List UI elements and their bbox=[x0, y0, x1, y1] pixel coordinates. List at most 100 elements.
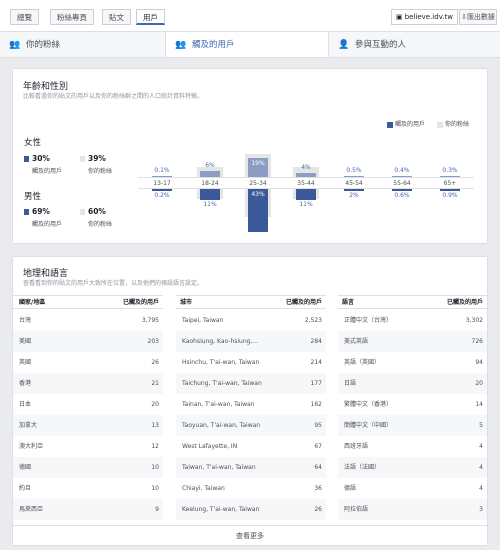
city-reached-value: 36 bbox=[314, 485, 322, 492]
table-row: Keelung, T'ai-wan, Taiwan 26 bbox=[176, 499, 326, 520]
table-row: 澳大利亞 12 bbox=[13, 436, 163, 457]
male-value-label: 2% bbox=[349, 192, 359, 199]
country-reached-value: 10 bbox=[151, 485, 159, 492]
age-tick-label: 13-17 bbox=[153, 180, 171, 187]
people-icon: 👥 bbox=[9, 40, 21, 50]
country-name: 美國 bbox=[19, 338, 32, 345]
male-bar[interactable] bbox=[392, 189, 412, 191]
segment-people-reached[interactable]: 👥 觸及的用戶 bbox=[166, 32, 329, 58]
city-table-header: 城市 已觸及的用戶 bbox=[176, 295, 326, 309]
table-row: Taiwan, T'ai-wan, Taiwan 64 bbox=[176, 457, 326, 478]
table-row: West Lafayette, IN 67 bbox=[176, 436, 326, 457]
language-table-header: 語言 已觸及的用戶 bbox=[338, 295, 487, 309]
table-row: 阿拉伯語 3 bbox=[338, 499, 487, 520]
female-value-label: 19% bbox=[251, 160, 265, 167]
language-reached-value: 4 bbox=[479, 443, 483, 450]
page-url-box[interactable]: ▣ believe.idv.tw bbox=[390, 9, 458, 25]
country-reached-value: 9 bbox=[155, 506, 159, 513]
country-reached-value: 3,795 bbox=[141, 317, 159, 324]
male-bar[interactable] bbox=[344, 189, 364, 191]
language-name: 簡體中文（中國） bbox=[344, 422, 393, 429]
city-reached-value: 95 bbox=[314, 422, 322, 429]
age-gender-subtitle: 比較看過你的貼文的用戶以及你的粉絲群之間的人口統計資料特徵。 bbox=[23, 93, 204, 100]
table-row: 加拿大 13 bbox=[13, 415, 163, 436]
tab-posts[interactable]: 貼文 bbox=[102, 9, 131, 25]
language-name: 日語 bbox=[344, 380, 357, 387]
city-name: Kaohsiung, Kao-hsiung,... bbox=[182, 338, 259, 345]
male-reached-pct: 69% bbox=[24, 207, 50, 216]
city-reached-value: 2,523 bbox=[304, 317, 322, 324]
male-value-label: 0.2% bbox=[154, 191, 170, 199]
female-value-label: 0.3% bbox=[442, 166, 458, 174]
female-fans-pct: 39% bbox=[80, 154, 106, 163]
language-name: 阿拉伯語 bbox=[344, 506, 369, 513]
female-bar[interactable] bbox=[152, 175, 172, 177]
language-reached-value: 20 bbox=[475, 380, 483, 387]
table-row: 日本 20 bbox=[13, 394, 163, 415]
city-name: Hsinchu, T'ai-wan, Taiwan bbox=[182, 359, 260, 366]
city-name: Taichung, T'ai-wan, Taiwan bbox=[182, 380, 262, 387]
male-bar[interactable] bbox=[152, 189, 172, 191]
female-bar[interactable] bbox=[296, 173, 316, 177]
female-value-label: 0.5% bbox=[346, 166, 362, 174]
segment-your-fans[interactable]: 👥 你的粉絲 bbox=[0, 32, 166, 58]
male-value-label: 11% bbox=[203, 201, 217, 208]
tab-overview[interactable]: 總覽 bbox=[10, 9, 39, 25]
country-reached-value: 26 bbox=[151, 359, 159, 366]
legend-reached: 觸及的用戶 bbox=[387, 119, 425, 128]
language-name: 西班牙語 bbox=[344, 443, 369, 450]
legend-fans: 你的粉絲 bbox=[437, 119, 469, 128]
male-title: 男性 bbox=[24, 192, 42, 202]
country-column-header: 國家/地區 bbox=[19, 299, 46, 306]
female-value-label: 0.1% bbox=[154, 166, 170, 174]
female-reached-pct: 30% bbox=[24, 154, 50, 163]
city-column-header: 城市 bbox=[180, 299, 193, 306]
male-fans-pct: 60% bbox=[80, 207, 106, 216]
female-fans-label: 你的粉絲 bbox=[88, 168, 113, 175]
table-row: Taipei, Taiwan 2,523 bbox=[176, 310, 326, 331]
language-column-header: 語言 bbox=[342, 299, 355, 306]
female-value-label: 0.4% bbox=[394, 166, 410, 174]
language-name: 德語 bbox=[344, 485, 357, 492]
city-name: West Lafayette, IN bbox=[182, 443, 238, 450]
language-name: 英語（英國） bbox=[344, 359, 381, 366]
city-reached-value: 214 bbox=[310, 359, 322, 366]
female-bar[interactable] bbox=[440, 175, 460, 177]
age-tick-label: 65+ bbox=[443, 180, 457, 187]
table-row: 繁體中文（香港） 14 bbox=[338, 394, 487, 415]
export-data-button[interactable]: ⇩匯出數據 bbox=[459, 9, 497, 25]
table-row: 美國 203 bbox=[13, 331, 163, 352]
table-row: Tainan, T'ai-wan, Taiwan 162 bbox=[176, 394, 326, 415]
language-name: 正體中文（台灣） bbox=[344, 317, 393, 324]
see-more-button[interactable]: 查看更多 bbox=[13, 525, 487, 545]
legend-swatch bbox=[437, 121, 443, 128]
country-name: 澳大利亞 bbox=[19, 443, 44, 450]
geo-subtitle: 查看看到你的貼文的用戶大致所在位置，以及他們的預設語言設定。 bbox=[23, 280, 204, 287]
male-bar[interactable] bbox=[440, 189, 460, 191]
language-reached-value: 3,302 bbox=[465, 317, 483, 324]
table-row: 約旦 10 bbox=[13, 478, 163, 499]
female-value-label: 6% bbox=[205, 162, 215, 169]
country-reached-value: 12 bbox=[151, 443, 159, 450]
country-name: 日本 bbox=[19, 401, 32, 408]
city-reached-value: 26 bbox=[314, 506, 322, 513]
city-name: Keelung, T'ai-wan, Taiwan bbox=[182, 506, 260, 513]
female-bar[interactable] bbox=[392, 175, 412, 177]
city-name: Taoyuan, T'ai-wan, Taiwan bbox=[182, 422, 261, 429]
tab-people[interactable]: 用戶 bbox=[136, 9, 165, 25]
language-name: 法語（法國） bbox=[344, 464, 381, 471]
male-bar[interactable] bbox=[200, 189, 220, 200]
segment-people-engaged[interactable]: 👤 參與互動的人 bbox=[329, 32, 500, 58]
city-reached-value: 162 bbox=[310, 401, 322, 408]
segment-label: 觸及的用戶 bbox=[192, 40, 235, 50]
table-row: Chiayi, Taiwan 36 bbox=[176, 478, 326, 499]
tab-page[interactable]: 粉絲專頁 bbox=[50, 9, 94, 25]
female-reached-label: 觸及的用戶 bbox=[32, 168, 63, 175]
female-value-label: 4% bbox=[301, 164, 311, 171]
female-bar[interactable] bbox=[344, 175, 364, 177]
language-name: 繁體中文（香港） bbox=[344, 401, 393, 408]
page-icon: ▣ bbox=[395, 13, 405, 21]
female-bar[interactable] bbox=[200, 171, 220, 177]
top-navigation: 總覽 粉絲專頁 貼文 用戶 ▣ believe.idv.tw ⇩匯出數據 bbox=[0, 0, 500, 32]
male-bar[interactable] bbox=[296, 189, 316, 200]
